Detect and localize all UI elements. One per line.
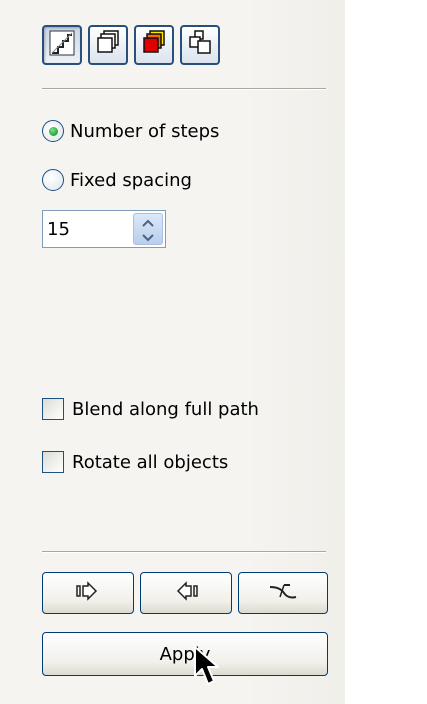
blend-direct-button[interactable] <box>88 25 128 65</box>
start-object-button[interactable] <box>42 572 134 614</box>
blend-full-path-label: Blend along full path <box>72 398 259 420</box>
radio-selected-dot <box>48 126 58 136</box>
rotate-all-option[interactable]: Rotate all objects <box>42 448 228 476</box>
mouse-pointer-icon <box>194 646 222 692</box>
number-of-steps-label: Number of steps <box>70 120 220 142</box>
blend-steps-icon <box>49 30 75 60</box>
chevron-down-icon <box>142 227 154 246</box>
steps-spinbox[interactable]: 15 <box>42 210 166 248</box>
blend-objects-icon <box>186 29 214 61</box>
end-object-button[interactable] <box>140 572 232 614</box>
top-divider <box>42 88 326 90</box>
blend-objects-button[interactable] <box>180 25 220 65</box>
number-of-steps-option[interactable]: Number of steps <box>42 117 219 145</box>
blend-colors-button[interactable] <box>134 25 174 65</box>
path-properties-button[interactable] <box>238 572 328 614</box>
number-of-steps-radio[interactable] <box>42 120 64 142</box>
rotate-all-checkbox[interactable] <box>42 451 64 473</box>
blend-full-path-checkbox[interactable] <box>42 398 64 420</box>
end-object-icon <box>172 581 200 605</box>
start-object-icon <box>74 581 102 605</box>
fixed-spacing-option[interactable]: Fixed spacing <box>42 166 192 194</box>
rotate-all-label: Rotate all objects <box>72 451 229 473</box>
blend-steps-button[interactable] <box>42 25 82 65</box>
spin-buttons <box>133 213 163 245</box>
steps-value[interactable]: 15 <box>47 219 70 240</box>
fixed-spacing-label: Fixed spacing <box>70 169 192 191</box>
blend-colors-icon <box>140 29 168 61</box>
blend-direct-icon <box>94 29 122 61</box>
blank-area <box>345 0 427 704</box>
blend-docker-panel: Number of steps Fixed spacing 15 Blend a… <box>0 0 345 704</box>
apply-button[interactable]: Apply <box>42 632 328 676</box>
blend-full-path-option[interactable]: Blend along full path <box>42 395 259 423</box>
path-properties-icon <box>268 581 298 605</box>
bottom-divider <box>42 551 326 553</box>
fixed-spacing-radio[interactable] <box>42 169 64 191</box>
spin-down-button[interactable] <box>134 229 162 244</box>
